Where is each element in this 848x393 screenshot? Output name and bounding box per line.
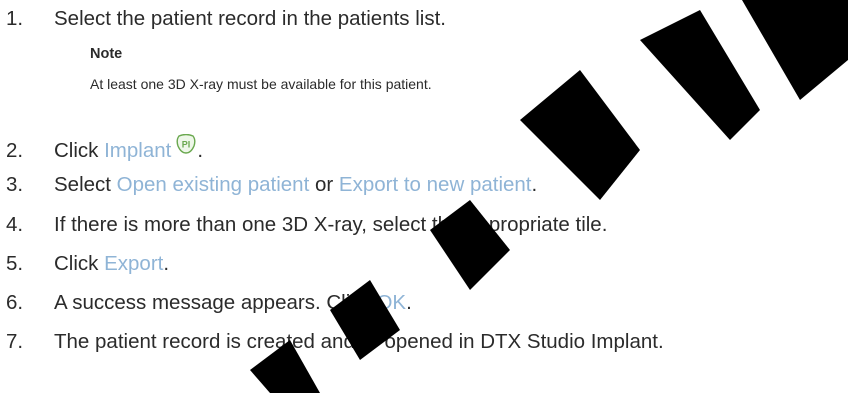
note-text: At least one 3D X-ray must be available … xyxy=(90,76,432,92)
implant-pi-icon: PI xyxy=(175,133,197,161)
step-text: . xyxy=(531,173,538,196)
step-text: . xyxy=(406,291,412,314)
step-number: 4. xyxy=(6,213,24,236)
note-box: Note At least one 3D X-ray must be avail… xyxy=(90,46,432,92)
step-number: 7. xyxy=(6,330,24,353)
step-number: 5. xyxy=(6,252,24,275)
step-5: 5. Click Export. xyxy=(0,251,169,277)
step-text: . xyxy=(197,139,204,162)
step-text: Select xyxy=(54,173,117,196)
step-text: If there is more than one 3D X-ray, sele… xyxy=(54,213,608,236)
step-6: 6. A success message appears. Click OK. xyxy=(0,290,412,316)
instruction-document: 1. Select the patient record in the patie… xyxy=(0,0,848,393)
step-text: A success message appears. Click xyxy=(54,291,377,314)
svg-text:PI: PI xyxy=(182,140,191,150)
step-text: or xyxy=(309,173,339,196)
step-7: 7. The patient record is created and/or o… xyxy=(0,329,664,355)
ui-term-link: OK xyxy=(376,291,407,314)
ui-term-link: Open existing patient xyxy=(116,173,310,196)
step-number: 6. xyxy=(6,291,24,314)
step-2: 2. Click Implant PI. xyxy=(0,133,204,164)
step-text: . xyxy=(163,252,170,275)
step-number: 1. xyxy=(6,7,24,30)
step-text: Select the patient record in the patient… xyxy=(54,7,447,30)
ui-term-link: Implant xyxy=(104,139,172,162)
ui-term-link: Export to new patient xyxy=(338,173,532,196)
ui-term-link: Export xyxy=(104,252,164,275)
step-number: 3. xyxy=(6,173,24,196)
step-text: The patient record is created and/or ope… xyxy=(54,330,664,353)
step-1: 1. Select the patient record in the patie… xyxy=(0,6,446,32)
step-text: Click xyxy=(54,139,105,162)
step-4: 4. If there is more than one 3D X-ray, se… xyxy=(0,212,607,238)
step-text: Click xyxy=(54,252,105,275)
step-number: 2. xyxy=(6,139,24,162)
step-3: 3. Select Open existing patient or Export… xyxy=(0,172,537,198)
note-title: Note xyxy=(90,46,123,62)
